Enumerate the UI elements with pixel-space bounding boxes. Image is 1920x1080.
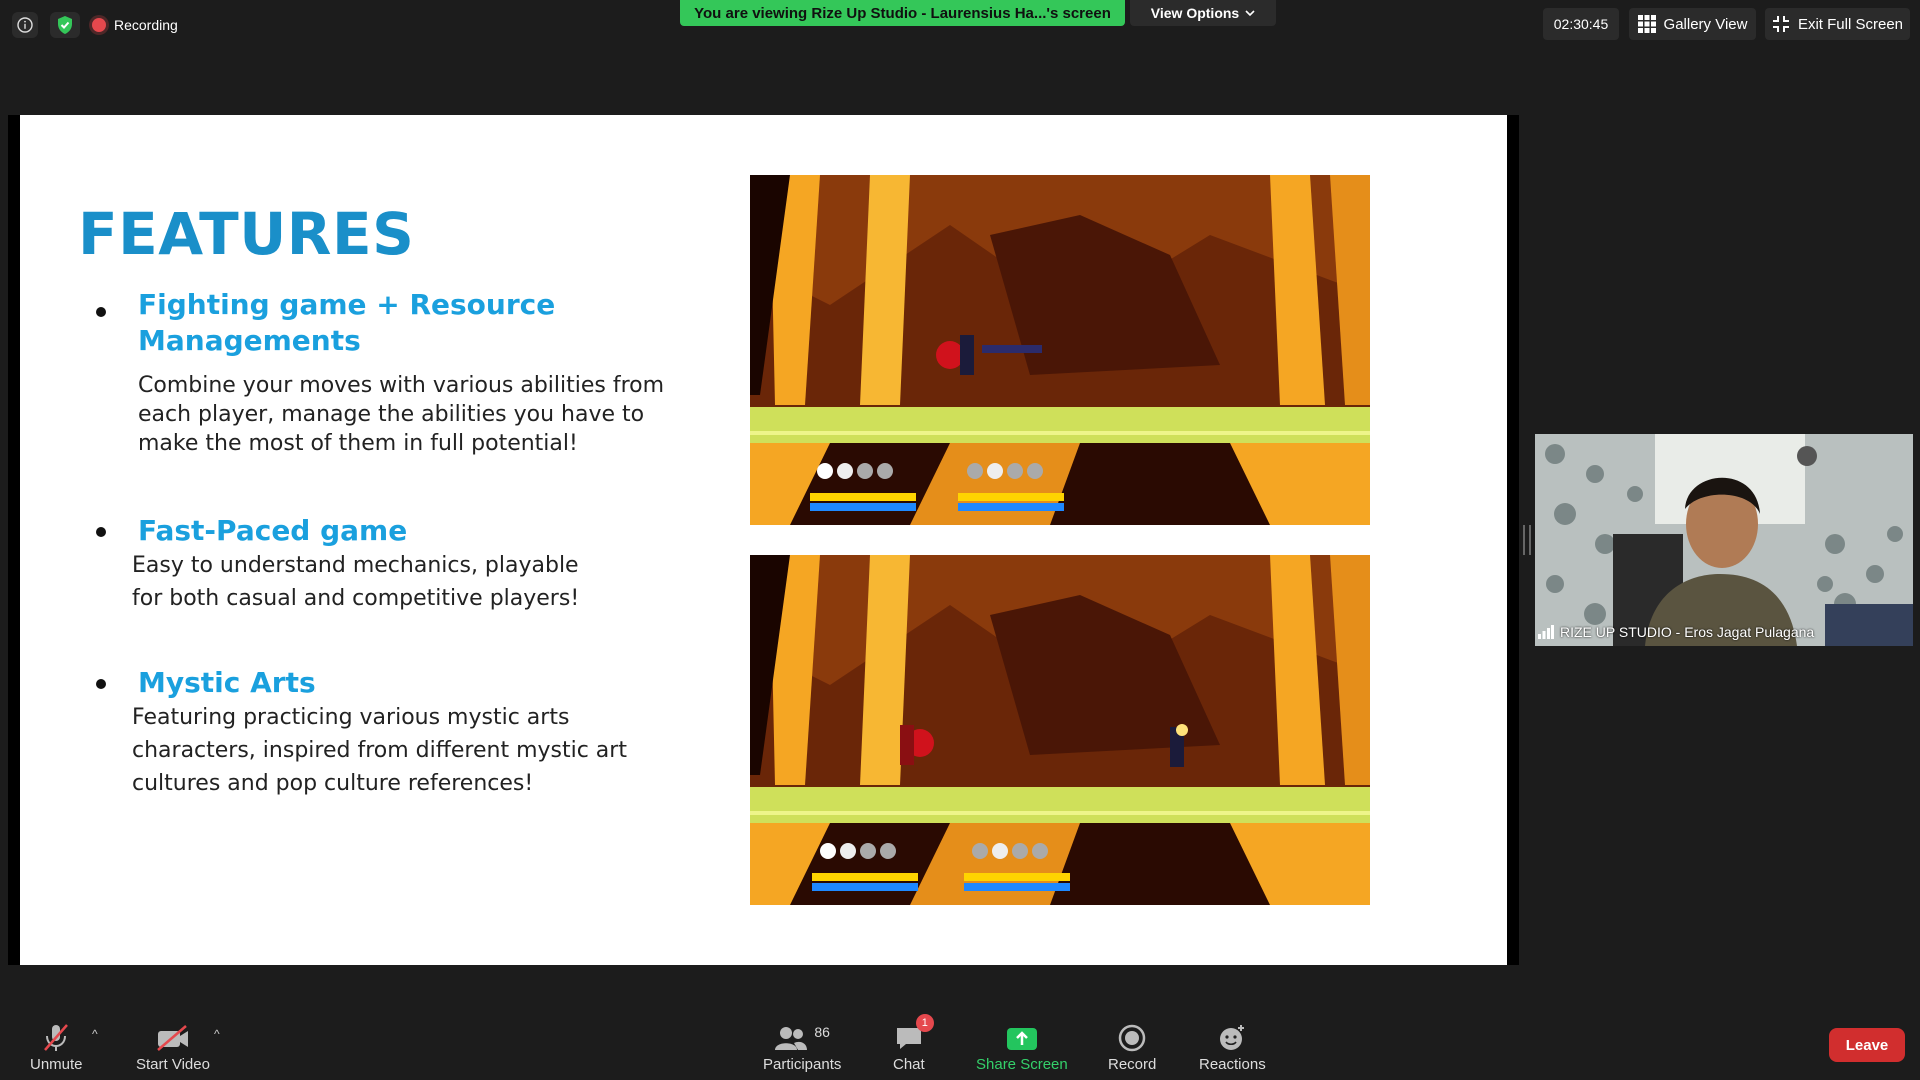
feature-heading: Fast-Paced game bbox=[138, 514, 408, 547]
gallery-view-label: Gallery View bbox=[1663, 15, 1748, 33]
reactions-button[interactable]: Reactions bbox=[1199, 1020, 1266, 1073]
record-label: Record bbox=[1108, 1056, 1157, 1073]
chevron-up-icon[interactable]: ^ bbox=[92, 1027, 98, 1041]
recording-label: Recording bbox=[114, 17, 178, 33]
feature-description: Combine your moves with various abilitie… bbox=[138, 373, 665, 456]
video-off-icon bbox=[156, 1020, 190, 1056]
participants-count: 86 bbox=[814, 1024, 830, 1040]
participants-button[interactable]: 86 Participants bbox=[763, 1020, 841, 1073]
start-video-button[interactable]: Start Video bbox=[136, 1020, 210, 1073]
presentation-slide: FEATURES Fighting game + Resource Manage… bbox=[20, 115, 1507, 965]
feature-3: Mystic Arts Featuring practicing various… bbox=[132, 665, 652, 800]
record-button[interactable]: Record bbox=[1108, 1020, 1156, 1073]
info-icon[interactable] bbox=[12, 12, 38, 38]
feature-1: Fighting game + Resource Managements Com… bbox=[138, 287, 664, 458]
chat-unread-badge: 1 bbox=[915, 1014, 934, 1032]
shield-icon[interactable] bbox=[50, 12, 80, 38]
feature-description: Easy to understand mechanics, playable f… bbox=[132, 553, 580, 611]
chat-button[interactable]: 1 Chat bbox=[893, 1014, 934, 1073]
chat-icon: 1 bbox=[894, 1014, 934, 1056]
smiley-icon bbox=[1217, 1020, 1247, 1056]
game-screenshot-2 bbox=[750, 555, 1370, 905]
bullet-icon bbox=[96, 527, 106, 537]
participant-name: RIZE UP STUDIO - Eros Jagat Pulagana bbox=[1560, 624, 1815, 640]
slide-title: FEATURES bbox=[78, 200, 415, 268]
reactions-label: Reactions bbox=[1199, 1056, 1266, 1073]
share-screen-label: Share Screen bbox=[976, 1056, 1068, 1073]
unmute-label: Unmute bbox=[30, 1056, 83, 1073]
view-options-label: View Options bbox=[1150, 5, 1240, 21]
grid-icon bbox=[1637, 15, 1656, 33]
panel-resize-handle[interactable] bbox=[1523, 525, 1531, 555]
unmute-button[interactable]: Unmute bbox=[30, 1020, 83, 1073]
feature-2: Fast-Paced game Easy to understand mecha… bbox=[132, 513, 632, 615]
bullet-icon bbox=[96, 307, 106, 317]
participant-video-tile[interactable] bbox=[1535, 434, 1913, 646]
feature-heading: Fighting game + Resource Managements bbox=[138, 288, 556, 357]
viewing-screen-banner: You are viewing Rize Up Studio - Laurens… bbox=[680, 0, 1125, 26]
chevron-down-icon bbox=[1245, 10, 1255, 17]
meeting-top-bar: Recording You are viewing Rize Up Studio… bbox=[0, 0, 1920, 50]
recording-icon bbox=[92, 18, 106, 32]
bullet-icon bbox=[96, 679, 106, 689]
leave-button[interactable]: Leave bbox=[1829, 1028, 1905, 1062]
participant-name-label: RIZE UP STUDIO - Eros Jagat Pulagana bbox=[1538, 624, 1814, 640]
participants-label: Participants bbox=[763, 1056, 842, 1073]
view-options-button[interactable]: View Options bbox=[1130, 0, 1276, 26]
exit-fullscreen-button[interactable]: Exit Full Screen bbox=[1765, 8, 1910, 40]
share-screen-button[interactable]: Share Screen bbox=[976, 1020, 1068, 1073]
record-icon bbox=[1118, 1020, 1146, 1056]
meeting-controls-bar: Unmute ^ Start Video ^ 86 Participants 1… bbox=[0, 1005, 1920, 1080]
exit-fullscreen-icon bbox=[1772, 16, 1789, 32]
participants-icon bbox=[775, 1027, 808, 1050]
muted-microphone-icon bbox=[42, 1020, 70, 1056]
start-video-label: Start Video bbox=[136, 1056, 210, 1073]
chat-label: Chat bbox=[893, 1056, 925, 1073]
game-screenshot-1 bbox=[750, 175, 1370, 525]
meeting-timer: 02:30:45 bbox=[1543, 8, 1619, 40]
share-screen-icon bbox=[1006, 1020, 1038, 1056]
exit-fullscreen-label: Exit Full Screen bbox=[1797, 15, 1904, 33]
recording-indicator[interactable]: Recording bbox=[92, 12, 178, 38]
feature-heading: Mystic Arts bbox=[138, 666, 316, 699]
gallery-view-button[interactable]: Gallery View bbox=[1629, 8, 1756, 40]
feature-description: Featuring practicing various mystic arts… bbox=[132, 705, 627, 796]
chevron-up-icon[interactable]: ^ bbox=[214, 1027, 220, 1041]
signal-strength-icon bbox=[1538, 625, 1554, 639]
